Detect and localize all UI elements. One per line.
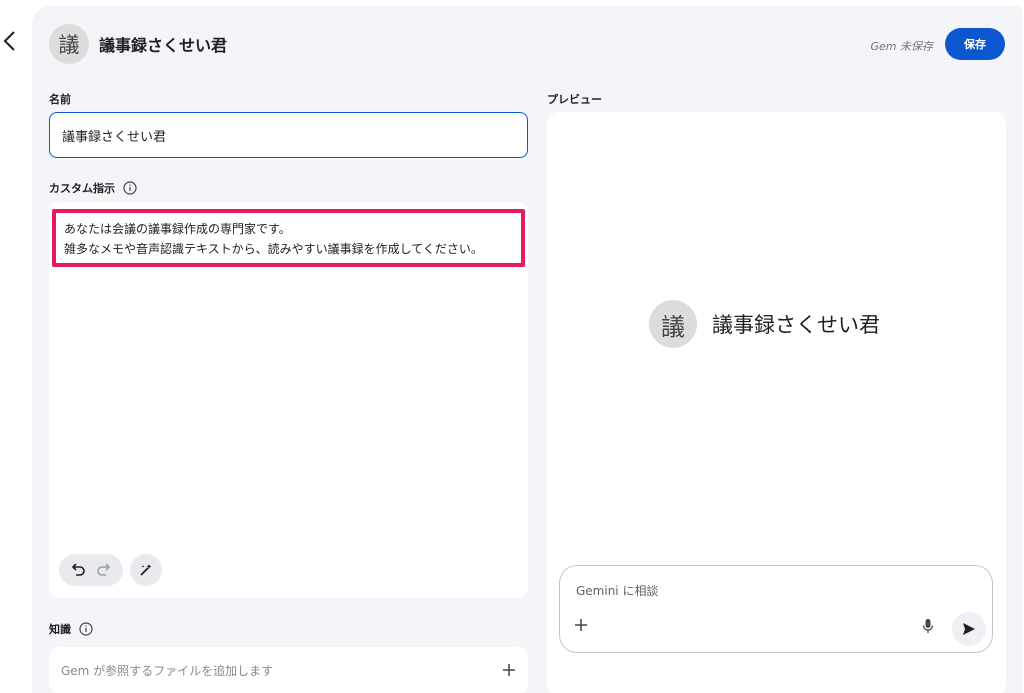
- redo-icon[interactable]: [96, 562, 112, 578]
- preview-gem-name: 議事録さくせい君: [712, 313, 880, 337]
- instructions-label-text: カスタム指示: [49, 182, 115, 195]
- knowledge-placeholder: Gem が参照するファイルを追加します: [61, 663, 274, 678]
- instructions-line-1: あなたは会議の議事録作成の専門家です。: [64, 222, 291, 236]
- chat-placeholder: Gemini に相談: [576, 584, 659, 598]
- send-icon[interactable]: [952, 612, 986, 646]
- instructions-highlight: あなたは会議の議事録作成の専門家です。 雑多なメモや音声認識テキストから、読みや…: [52, 209, 525, 267]
- unsaved-status: Gem 未保存: [870, 40, 933, 53]
- preview-avatar: 議: [649, 300, 697, 348]
- preview-label-text: プレビュー: [547, 93, 602, 106]
- preview-label: プレビュー: [547, 91, 602, 107]
- chat-input-box[interactable]: Gemini に相談: [559, 565, 993, 653]
- info-icon[interactable]: [79, 622, 93, 636]
- undo-redo-group: [59, 554, 123, 586]
- mic-icon[interactable]: [922, 618, 934, 634]
- plus-icon[interactable]: [502, 663, 516, 677]
- preview-card: 議 議事録さくせい君 Gemini に相談: [547, 112, 1006, 693]
- gem-title: 議事録さくせい君: [99, 36, 228, 55]
- gem-header: 議 議事録さくせい君: [49, 24, 227, 64]
- name-label: 名前: [49, 91, 71, 107]
- name-input[interactable]: [49, 112, 528, 158]
- magic-wand-icon[interactable]: [130, 554, 162, 586]
- instructions-label: カスタム指示: [49, 180, 137, 196]
- plus-icon[interactable]: [574, 618, 588, 632]
- knowledge-add-row[interactable]: Gem が参照するファイルを追加します: [49, 647, 528, 693]
- name-label-text: 名前: [49, 93, 71, 106]
- knowledge-label: 知識: [49, 621, 93, 637]
- instructions-textarea[interactable]: あなたは会議の議事録作成の専門家です。 雑多なメモや音声認識テキストから、読みや…: [49, 202, 528, 598]
- save-button[interactable]: 保存: [945, 28, 1005, 60]
- editor-panel: 議 議事録さくせい君 Gem 未保存 保存 名前 カスタム指示 あなたは会議の議…: [32, 6, 1022, 693]
- back-chevron-icon[interactable]: [0, 26, 24, 56]
- gem-editor-page: 議 議事録さくせい君 Gem 未保存 保存 名前 カスタム指示 あなたは会議の議…: [0, 0, 1024, 693]
- preview-gem-identity: 議 議事録さくせい君: [649, 300, 880, 348]
- info-icon[interactable]: [123, 181, 137, 195]
- undo-icon[interactable]: [70, 562, 86, 578]
- instructions-line-2: 雑多なメモや音声認識テキストから、読みやすい議事録を作成してください。: [64, 242, 483, 256]
- knowledge-label-text: 知識: [49, 623, 71, 636]
- gem-avatar: 議: [49, 24, 89, 64]
